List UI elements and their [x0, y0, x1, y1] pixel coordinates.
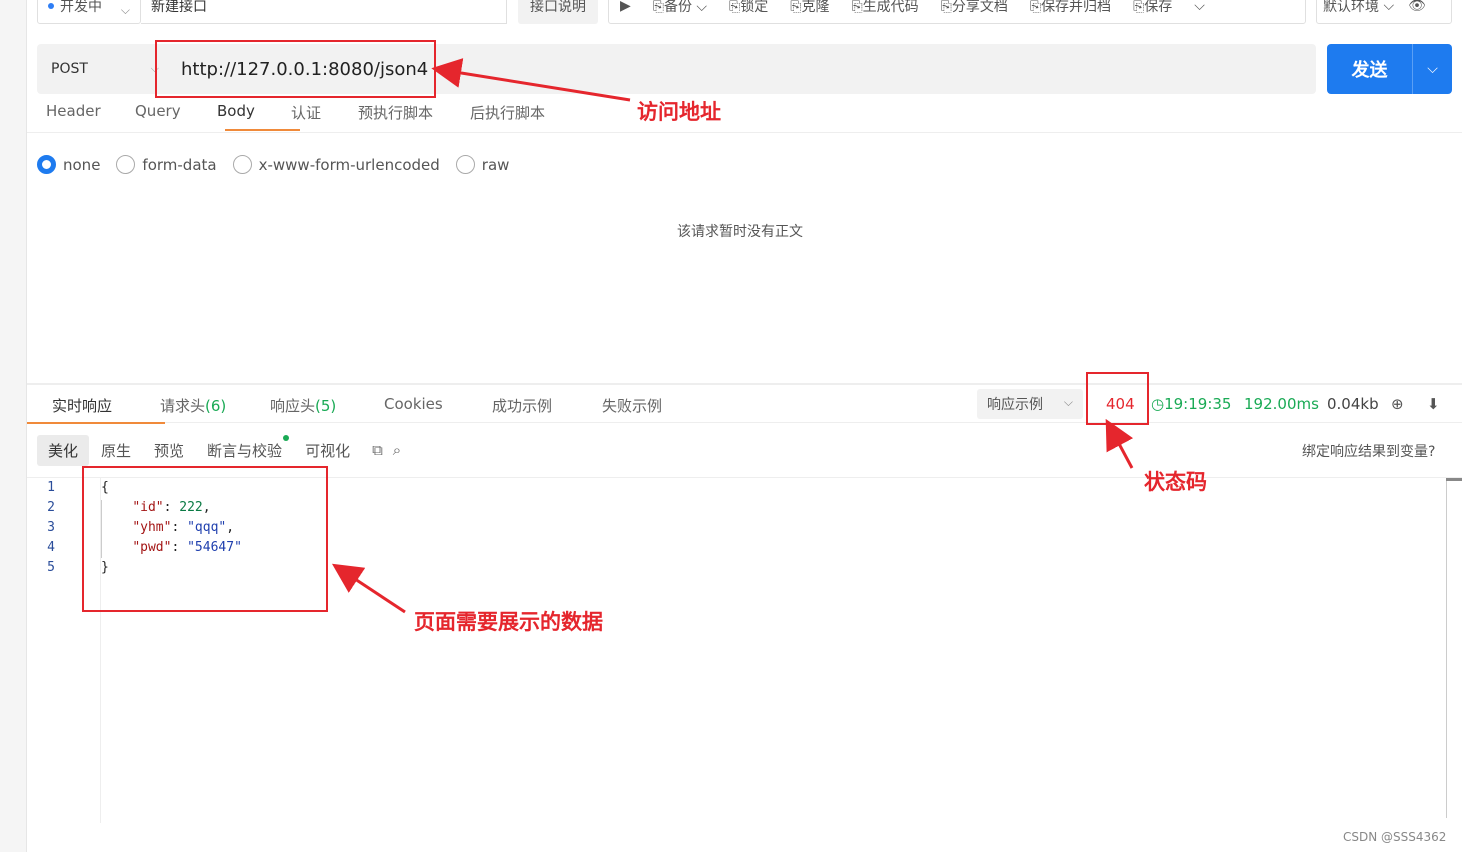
notification-dot — [283, 434, 290, 441]
tab-success-example[interactable]: 成功示例 — [492, 395, 552, 416]
radio-urlencoded[interactable]: x-www-form-urlencoded — [232, 155, 440, 174]
generate-code-button[interactable]: ⎘生成代码 — [840, 0, 929, 16]
response-size: 0.04kb — [1327, 395, 1379, 413]
chevron-down-icon: ⌵ — [1063, 395, 1073, 409]
request-tabs: Header Query Body 认证 预执行脚本 后执行脚本 — [27, 96, 1462, 133]
tab-visualize[interactable]: 可视化 — [294, 435, 361, 466]
empty-body-message: 该请求暂时没有正文 — [677, 224, 803, 240]
tab-post-script[interactable]: 后执行脚本 — [470, 102, 545, 123]
arrow-to-data — [331, 563, 406, 614]
response-view-tabs: 美化 原生 预览 断言与校验 可视化 ⧉ ⌕ — [37, 434, 401, 466]
method-select[interactable]: POST ⌵ — [37, 44, 167, 94]
data-annotation: 页面需要展示的数据 — [414, 610, 603, 634]
lock-button[interactable]: ⎘锁定 — [718, 0, 779, 16]
tab-request-headers[interactable]: 请求头(6) — [160, 395, 226, 416]
editor-scrollbar[interactable] — [1446, 478, 1447, 818]
line-number: 5 — [47, 560, 55, 575]
status-annotation: 状态码 — [1144, 470, 1207, 494]
environment-select[interactable]: 默认环境 ⌵ 👁 — [1316, 0, 1452, 24]
radio-icon — [116, 155, 136, 174]
tab-body[interactable]: Body — [217, 102, 255, 120]
backup-button[interactable]: ⎘备份 ⌵ — [642, 0, 718, 16]
status-highlight-box — [1086, 372, 1149, 425]
tab-auth[interactable]: 认证 — [291, 102, 321, 123]
tab-pre-script[interactable]: 预执行脚本 — [358, 102, 433, 123]
environment-label: 默认环境 — [1323, 0, 1379, 15]
status-dot — [48, 3, 54, 9]
body-type-radios: none form-data x-www-form-urlencoded raw — [37, 155, 525, 174]
api-name-input[interactable]: 新建接口 — [141, 0, 507, 24]
save-dropdown-icon[interactable]: ⌵ — [1183, 0, 1216, 14]
search-icon[interactable]: ⌕ — [393, 441, 401, 459]
active-tab-indicator — [27, 422, 165, 424]
globe-icon[interactable]: ⊕ — [1391, 395, 1404, 413]
tab-pretty[interactable]: 美化 — [37, 434, 90, 466]
tab-cookies[interactable]: Cookies — [384, 395, 443, 413]
response-time: ◷19:19:35 — [1151, 395, 1232, 413]
send-dropdown-icon[interactable]: ⌵ — [1413, 61, 1452, 77]
send-label: 发送 — [1351, 60, 1388, 81]
response-duration: 192.00ms — [1244, 395, 1319, 413]
bind-response-link[interactable]: 绑定响应结果到变量? — [1302, 441, 1435, 461]
line-number: 2 — [47, 500, 55, 515]
data-highlight-box — [82, 466, 328, 612]
line-number: 1 — [47, 480, 55, 495]
response-example-select[interactable]: 响应示例 ⌵ — [977, 389, 1083, 419]
tab-realtime-response[interactable]: 实时响应 — [52, 395, 112, 416]
line-number: 4 — [47, 540, 55, 555]
eye-icon[interactable]: 👁 — [1408, 0, 1426, 14]
url-highlight-box — [155, 40, 436, 98]
radio-selected-icon — [37, 155, 56, 174]
status-select[interactable]: 开发中 ⌵ — [37, 0, 141, 24]
send-button[interactable]: 发送 ⌵ — [1327, 44, 1452, 94]
arrow-to-status — [1105, 418, 1134, 469]
api-description-button[interactable]: 接口说明 — [518, 0, 598, 24]
url-annotation: 访问地址 — [637, 100, 721, 124]
tab-fail-example[interactable]: 失败示例 — [602, 395, 662, 416]
response-tabs: 实时响应 请求头(6) 响应头(5) Cookies 成功示例 失败示例 响应示… — [27, 383, 1462, 424]
tab-header[interactable]: Header — [46, 102, 101, 120]
tab-preview[interactable]: 预览 — [143, 435, 195, 466]
radio-none[interactable]: none — [37, 155, 100, 174]
chevron-down-icon: ⌵ — [1379, 0, 1395, 14]
tab-assertions[interactable]: 断言与校验 — [196, 434, 293, 466]
active-tab-indicator — [225, 129, 300, 131]
status-label: 开发中 — [60, 0, 102, 15]
share-doc-button[interactable]: ⎘分享文档 — [930, 0, 1019, 16]
tab-response-headers[interactable]: 响应头(5) — [270, 395, 336, 416]
run-icon[interactable]: ▶ — [609, 0, 642, 14]
radio-icon — [232, 155, 252, 174]
radio-form-data[interactable]: form-data — [116, 155, 217, 174]
radio-raw[interactable]: raw — [455, 155, 509, 174]
copy-icon[interactable]: ⧉ — [372, 441, 383, 459]
clone-button[interactable]: ⎘克隆 — [779, 0, 840, 16]
radio-icon — [455, 155, 475, 174]
top-toolbar: 开发中 ⌵ 新建接口 接口说明 ▶ ⎘备份 ⌵ ⎘锁定 ⎘克隆 ⎘生成代码 ⎘分… — [37, 0, 1452, 24]
line-number: 3 — [47, 520, 55, 535]
chevron-down-icon: ⌵ — [120, 3, 130, 17]
action-group: ▶ ⎘备份 ⌵ ⎘锁定 ⎘克隆 ⎘生成代码 ⎘分享文档 ⎘保存并归档 ⎘保存 ⌵ — [608, 0, 1306, 24]
method-label: POST — [51, 61, 88, 77]
tab-raw[interactable]: 原生 — [90, 435, 142, 466]
left-sidebar — [0, 0, 27, 852]
tab-query[interactable]: Query — [135, 102, 181, 120]
save-archive-button[interactable]: ⎘保存并归档 — [1019, 0, 1122, 16]
clock-icon: ◷ — [1151, 395, 1165, 413]
watermark: CSDN @SSS4362 — [1343, 830, 1447, 844]
download-icon[interactable]: ⬇ — [1427, 395, 1440, 413]
save-button[interactable]: ⎘保存 — [1122, 0, 1183, 16]
scrollbar-thumb[interactable] — [1446, 478, 1462, 481]
